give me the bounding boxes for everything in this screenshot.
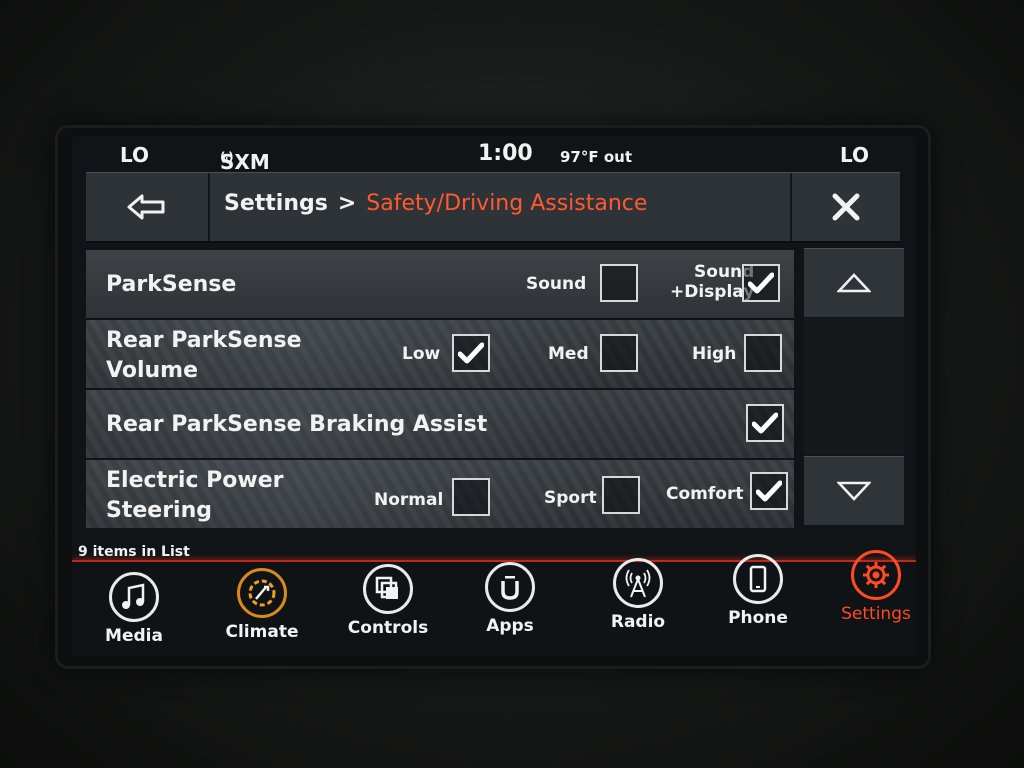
row-parksense: ParkSense Sound Sound +Display (86, 250, 794, 320)
checkbox-volume-med[interactable] (600, 334, 638, 372)
checkbox-braking-assist[interactable] (746, 404, 784, 442)
radio-tower-icon (613, 558, 663, 608)
row-label: Electric Power Steering (106, 466, 283, 526)
app-dock: Media Climate Controls Apps Radio Phone … (72, 550, 916, 656)
checkbox-steering-normal[interactable] (452, 478, 490, 516)
dock-media[interactable]: Media (74, 572, 194, 646)
passenger-temp[interactable]: LO (840, 143, 869, 167)
outside-temp: 97°F out (560, 148, 632, 166)
checkmark-icon (748, 272, 774, 294)
dock-label: Radio (610, 612, 666, 632)
option-label-sport: Sport (544, 488, 597, 508)
clock: 1:00 (478, 141, 533, 166)
dock-apps[interactable]: Apps (450, 562, 570, 636)
triangle-up-icon (837, 273, 871, 293)
row-label-line1: Rear ParkSense (106, 328, 302, 353)
controls-icon (363, 564, 413, 614)
row-label-line2: Volume (106, 358, 198, 383)
dock-label: Controls (347, 618, 429, 638)
back-arrow-icon (127, 194, 165, 220)
checkbox-parksense-sound[interactable] (600, 264, 638, 302)
dock-label: Climate (225, 622, 299, 642)
option-label-low: Low (402, 344, 441, 364)
dock-phone[interactable]: Phone (698, 554, 818, 628)
close-icon (832, 193, 860, 221)
option-label-high: High (692, 344, 737, 364)
music-note-icon (109, 572, 159, 622)
driver-temp[interactable]: LO (120, 143, 149, 167)
dock-label: Apps (486, 616, 534, 636)
dock-climate[interactable]: Climate (202, 568, 322, 642)
gear-icon (851, 550, 901, 600)
scroll-down-button[interactable] (804, 456, 904, 525)
row-rear-parksense-volume: Rear ParkSense Volume Low Med High (86, 320, 794, 390)
climate-icon (237, 568, 287, 618)
list-count: 9 items in List (78, 544, 190, 560)
option-label-sound: Sound (526, 274, 587, 294)
option-label-normal: Normal (374, 490, 444, 510)
dock-label: Settings (841, 604, 911, 624)
status-bar: LO (ᵢ)SXM 1 1:00 97°F out LO (72, 136, 916, 198)
dock-controls[interactable]: Controls (328, 564, 448, 638)
breadcrumb: Settings > Safety/Driving Assistance (224, 191, 647, 216)
checkbox-steering-sport[interactable] (602, 476, 640, 514)
dock-label: Phone (728, 608, 788, 628)
breadcrumb-separator: > (337, 191, 357, 216)
row-rear-parksense-braking-assist: Rear ParkSense Braking Assist (86, 390, 794, 460)
dock-radio[interactable]: Radio (578, 558, 698, 632)
option-label-comfort: Comfort (666, 484, 744, 504)
breadcrumb-current: Safety/Driving Assistance (366, 191, 648, 216)
checkbox-volume-high[interactable] (744, 334, 782, 372)
settings-header: Settings > Safety/Driving Assistance (86, 172, 900, 243)
triangle-down-icon (837, 481, 871, 501)
row-label: Rear ParkSense Braking Assist (106, 412, 488, 437)
checkmark-icon (458, 342, 484, 364)
row-label: Rear ParkSense Volume (106, 326, 302, 386)
infotainment-screen: LO (ᵢ)SXM 1 1:00 97°F out LO Settings > Sa… (72, 136, 916, 656)
apps-icon (485, 562, 535, 612)
back-button[interactable] (86, 173, 210, 241)
checkmark-icon (752, 412, 778, 434)
close-button[interactable] (790, 173, 900, 241)
checkmark-icon (756, 480, 782, 502)
checkbox-parksense-sound-display[interactable] (742, 264, 780, 302)
checkbox-volume-low[interactable] (452, 334, 490, 372)
breadcrumb-root[interactable]: Settings (224, 191, 328, 216)
option-label-med: Med (548, 344, 589, 364)
row-label-line2: Steering (106, 498, 213, 523)
scroll-up-button[interactable] (804, 248, 904, 317)
checkbox-steering-comfort[interactable] (750, 472, 788, 510)
dock-label: Media (105, 626, 163, 646)
row-label-line1: Electric Power (106, 468, 284, 493)
phone-icon (733, 554, 783, 604)
scrollbar-track[interactable] (804, 318, 904, 454)
dock-settings[interactable]: Settings (816, 550, 916, 624)
row-label: ParkSense (106, 272, 237, 297)
row-electric-power-steering: Electric Power Steering Normal Sport Com… (86, 460, 794, 530)
